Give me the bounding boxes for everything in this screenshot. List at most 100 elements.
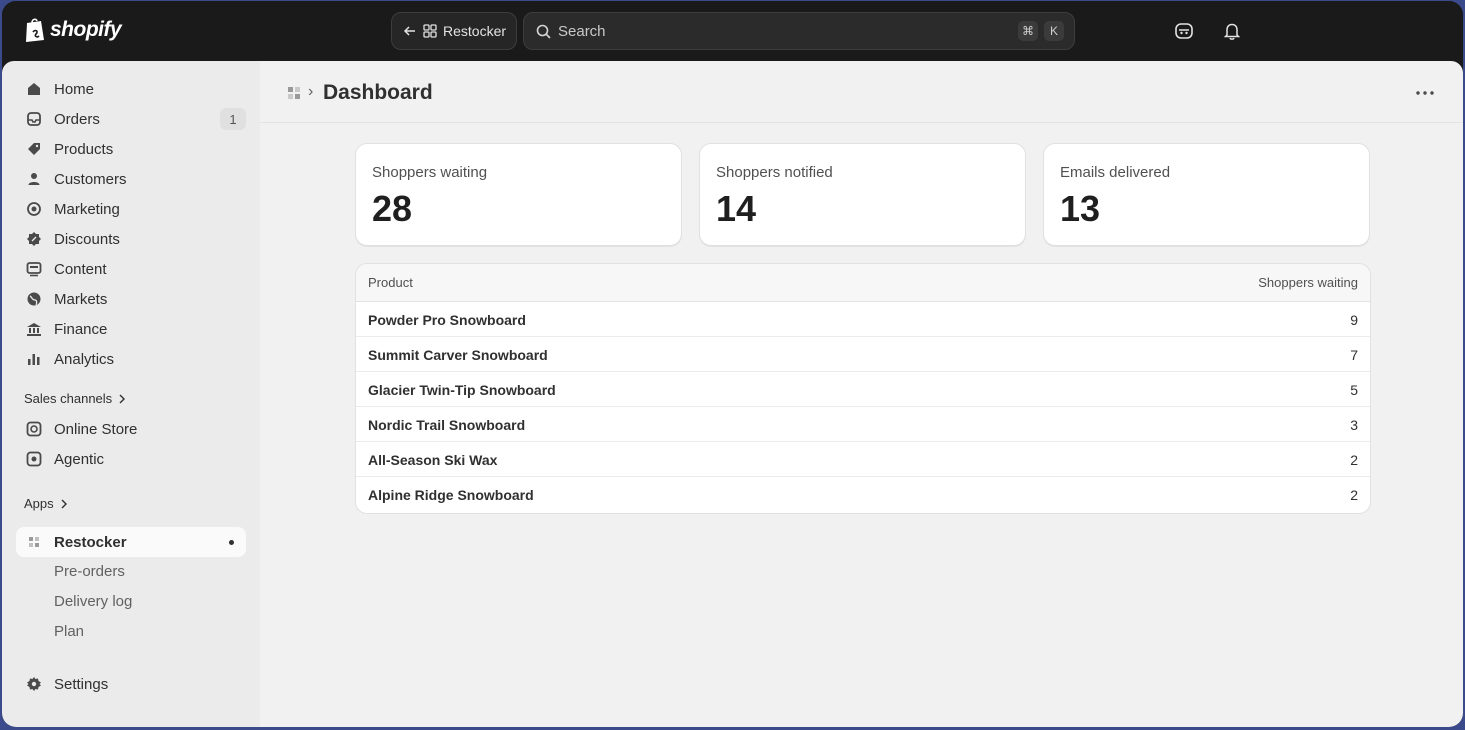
stat-card-shoppers-waiting: Shoppers waiting 28 [355,143,682,246]
sidebar-subitem-label: Delivery log [54,593,133,610]
sidebar-item-finance[interactable]: Finance [16,314,246,344]
table-row[interactable]: All-Season Ski Wax 2 [356,442,1370,477]
column-header-shoppers-waiting: Shoppers waiting [1258,275,1358,290]
person-icon [28,173,40,185]
shortcut-key: K [1044,21,1064,41]
sidebar-item-label: Analytics [54,350,115,368]
sidebar-item-label: Home [54,80,95,98]
sidekick-icon[interactable] [1174,21,1194,41]
shopify-logo[interactable]: shopify [24,17,122,43]
stat-value: 28 [372,188,413,229]
table-row[interactable]: Nordic Trail Snowboard 3 [356,407,1370,442]
app-pill-label: Restocker [443,23,507,39]
sidebar-item-agentic[interactable]: Agentic [16,444,246,474]
main-content: › Dashboard Shoppers waiting 28 Shoppers… [260,61,1463,727]
shoppers-count: 2 [1350,487,1358,503]
sidebar-item-label: Discounts [54,230,120,248]
search-input[interactable]: Search ⌘ K [523,12,1075,50]
product-name: All-Season Ski Wax [368,452,498,468]
search-placeholder: Search [558,22,606,40]
content-icon [26,262,42,277]
shoppers-count: 3 [1350,417,1358,433]
stat-value: 14 [716,188,757,229]
sidebar-item-customers[interactable]: Customers [16,164,246,194]
app-breadcrumb-icon[interactable] [286,85,302,101]
sidebar-item-content[interactable]: Content [16,254,246,284]
orders-icon [27,112,41,126]
sidebar-subitem-pre-orders[interactable]: Pre-orders [16,557,246,587]
bank-icon [27,323,41,336]
table-row[interactable]: Alpine Ridge Snowboard 2 [356,477,1370,512]
sidebar-item-discounts[interactable]: Discounts [16,224,246,254]
search-icon [536,24,551,39]
app-window: shopify Restocker Search ⌘ K Home Orders… [2,1,1463,727]
sidebar-item-label: Online Store [54,420,138,438]
product-name: Alpine Ridge Snowboard [368,487,534,503]
product-name: Nordic Trail Snowboard [368,417,526,433]
breadcrumb-separator-icon: › [308,83,314,100]
sidebar-item-label: Finance [54,320,108,338]
stat-card-emails-delivered: Emails delivered 13 [1043,143,1370,246]
sidebar-subitem-label: Pre-orders [54,563,125,580]
shoppers-count: 7 [1350,347,1358,363]
sidebar-item-analytics[interactable]: Analytics [16,344,246,374]
stat-label: Shoppers notified [716,164,833,181]
chevron-right-icon [61,499,67,508]
bar-chart-icon [28,354,40,365]
sidebar-item-orders[interactable]: Orders 1 [16,104,246,134]
sales-channels-header[interactable]: Sales channels [24,391,126,406]
table-row[interactable]: Summit Carver Snowboard 7 [356,337,1370,372]
arrow-left-icon [403,26,415,36]
sidebar-item-label: Customers [54,170,127,188]
product-name: Powder Pro Snowboard [368,312,526,328]
sidebar-subitem-plan[interactable]: Plan [16,617,246,647]
apps-label: Apps [24,496,54,511]
sidebar-item-label: Restocker [54,533,127,551]
shoppers-count: 2 [1350,452,1358,468]
page-header: › Dashboard [260,61,1463,123]
more-actions-icon[interactable] [1413,83,1437,103]
target-icon [27,202,41,216]
sidebar-item-home[interactable]: Home [16,74,246,104]
app-grid-icon [423,24,437,38]
sidebar-item-label: Marketing [54,200,120,218]
table-row[interactable]: Powder Pro Snowboard 9 [356,302,1370,337]
shoppers-count: 9 [1350,312,1358,328]
apps-header[interactable]: Apps [24,496,68,511]
brand-name: shopify [50,18,122,41]
sidebar-item-restocker[interactable]: Restocker [16,527,246,557]
shopify-bag-icon [26,18,44,42]
sidebar-item-online-store[interactable]: Online Store [16,414,246,444]
products-table: Product Shoppers waiting Powder Pro Snow… [355,263,1371,514]
agentic-icon [26,451,42,467]
shortcut-mod-key: ⌘ [1018,21,1038,41]
gear-icon [27,677,41,691]
sidebar-item-label: Markets [54,290,108,308]
top-bar: shopify Restocker Search ⌘ K [2,1,1463,61]
active-indicator-dot [229,540,234,545]
discount-icon [27,232,41,246]
sidebar-item-markets[interactable]: Markets [16,284,246,314]
page-title: Dashboard [323,81,433,104]
table-header: Product Shoppers waiting [356,264,1370,302]
sidebar-item-label: Products [54,140,114,158]
shoppers-count: 5 [1350,382,1358,398]
back-to-app-button[interactable]: Restocker [391,12,517,50]
sidebar-item-label: Orders [54,110,100,128]
sidebar-item-products[interactable]: Products [16,134,246,164]
product-name: Summit Carver Snowboard [368,347,548,363]
bell-icon[interactable] [1222,21,1242,41]
home-icon [28,83,40,95]
sidebar-subitem-delivery-log[interactable]: Delivery log [16,587,246,617]
stat-label: Emails delivered [1060,164,1171,181]
globe-icon [27,292,41,306]
chevron-right-icon [119,394,126,403]
sidebar-item-settings[interactable]: Settings [16,669,246,699]
sidebar: Home Orders 1 Products Customers Marketi… [2,61,260,727]
sidebar-item-marketing[interactable]: Marketing [16,194,246,224]
store-icon [26,421,42,437]
table-row[interactable]: Glacier Twin-Tip Snowboard 5 [356,372,1370,407]
tag-icon [28,143,40,155]
orders-count-badge: 1 [220,108,246,130]
sidebar-item-label: Settings [54,675,109,693]
